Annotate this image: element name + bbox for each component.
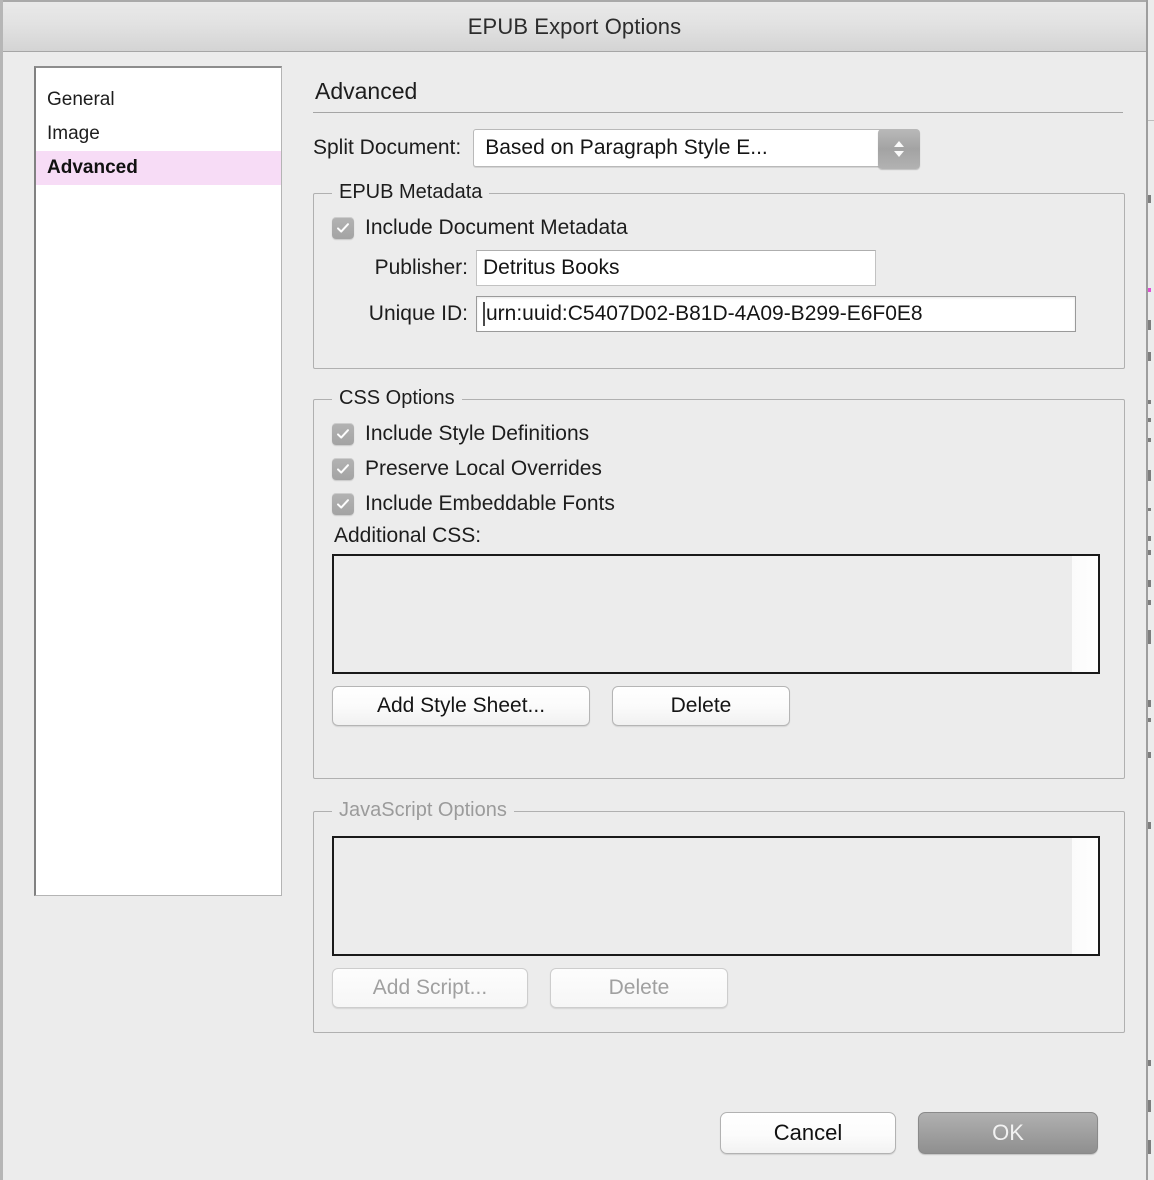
include-document-metadata-label: Include Document Metadata [365, 216, 628, 239]
cancel-button[interactable]: Cancel [720, 1112, 896, 1154]
ok-label: OK [992, 1120, 1024, 1145]
unique-id-value: urn:uuid:C5407D02-B81D-4A09-B299-E6F0E8 [486, 302, 923, 325]
javascript-options-legend: JavaScript Options [332, 799, 514, 822]
additional-css-list[interactable] [332, 554, 1100, 674]
unique-id-field[interactable]: urn:uuid:C5407D02-B81D-4A09-B299-E6F0E8 [476, 296, 1076, 332]
dialog-footer: Cancel OK [720, 1112, 1098, 1154]
advanced-pane: Advanced Split Document: Based on Paragr… [313, 78, 1125, 1033]
vertical-scrollbar[interactable] [1072, 556, 1098, 672]
publisher-field[interactable]: Detritus Books [476, 250, 876, 286]
stepper-up-down-icon[interactable] [878, 129, 921, 169]
settings-category-list[interactable]: General Image Advanced [34, 66, 282, 896]
include-document-metadata-row[interactable]: Include Document Metadata [332, 216, 1106, 240]
dialog-title: EPUB Export Options [467, 13, 682, 39]
vertical-scrollbar [1072, 838, 1098, 954]
javascript-options-group: JavaScript Options Add Script... Delete [313, 799, 1125, 1033]
css-options-legend: CSS Options [332, 387, 462, 410]
unique-id-row: Unique ID: urn:uuid:C5407D02-B81D-4A09-B… [332, 296, 1106, 332]
dialog-titlebar[interactable]: EPUB Export Options [3, 0, 1146, 52]
include-embeddable-fonts-label: Include Embeddable Fonts [365, 492, 615, 515]
add-script-button: Add Script... [332, 968, 528, 1008]
preserve-local-overrides-label: Preserve Local Overrides [365, 457, 602, 480]
epub-export-options-dialog: EPUB Export Options General Image Advanc… [0, 0, 1148, 1180]
add-script-label: Add Script... [372, 976, 488, 999]
page-title: Advanced [315, 78, 418, 104]
add-style-sheet-label: Add Style Sheet... [376, 694, 546, 717]
publisher-value: Detritus Books [483, 256, 620, 279]
text-caret [483, 302, 485, 326]
include-style-definitions-label: Include Style Definitions [365, 422, 590, 445]
sidebar-item-general[interactable]: General [36, 83, 281, 117]
unique-id-label: Unique ID: [368, 302, 468, 325]
css-buttons-row: Add Style Sheet... Delete [332, 686, 1106, 726]
ok-button[interactable]: OK [918, 1112, 1098, 1154]
javascript-delete-label: Delete [608, 976, 670, 999]
javascript-buttons-row: Add Script... Delete [332, 968, 1106, 1008]
javascript-list [332, 836, 1100, 956]
title-divider [313, 112, 1123, 113]
add-style-sheet-button[interactable]: Add Style Sheet... [332, 686, 590, 726]
sidebar-item-image[interactable]: Image [36, 117, 281, 151]
cancel-label: Cancel [773, 1120, 843, 1145]
split-document-row: Split Document: Based on Paragraph Style… [313, 129, 1125, 169]
split-document-select[interactable]: Based on Paragraph Style E... [473, 129, 921, 169]
css-options-group: CSS Options Include Style Definitions Pr… [313, 387, 1125, 779]
javascript-delete-button: Delete [550, 968, 728, 1008]
publisher-label: Publisher: [374, 256, 468, 279]
checkmark-icon[interactable] [332, 217, 354, 239]
epub-metadata-legend: EPUB Metadata [332, 181, 490, 204]
css-delete-label: Delete [670, 694, 732, 717]
preserve-local-overrides-row[interactable]: Preserve Local Overrides [332, 457, 1106, 481]
split-document-value: Based on Paragraph Style E... [485, 136, 768, 159]
sidebar-item-advanced[interactable]: Advanced [36, 151, 281, 185]
include-style-definitions-row[interactable]: Include Style Definitions [332, 422, 1106, 446]
epub-metadata-group: EPUB Metadata Include Document Metadata … [313, 181, 1125, 369]
checkmark-icon[interactable] [332, 423, 354, 445]
css-delete-button[interactable]: Delete [612, 686, 790, 726]
additional-css-label: Additional CSS: [334, 524, 482, 547]
include-embeddable-fonts-row[interactable]: Include Embeddable Fonts [332, 492, 1106, 516]
checkmark-icon[interactable] [332, 493, 354, 515]
publisher-row: Publisher: Detritus Books [332, 250, 1106, 286]
checkmark-icon[interactable] [332, 458, 354, 480]
split-document-label: Split Document: [313, 136, 462, 159]
